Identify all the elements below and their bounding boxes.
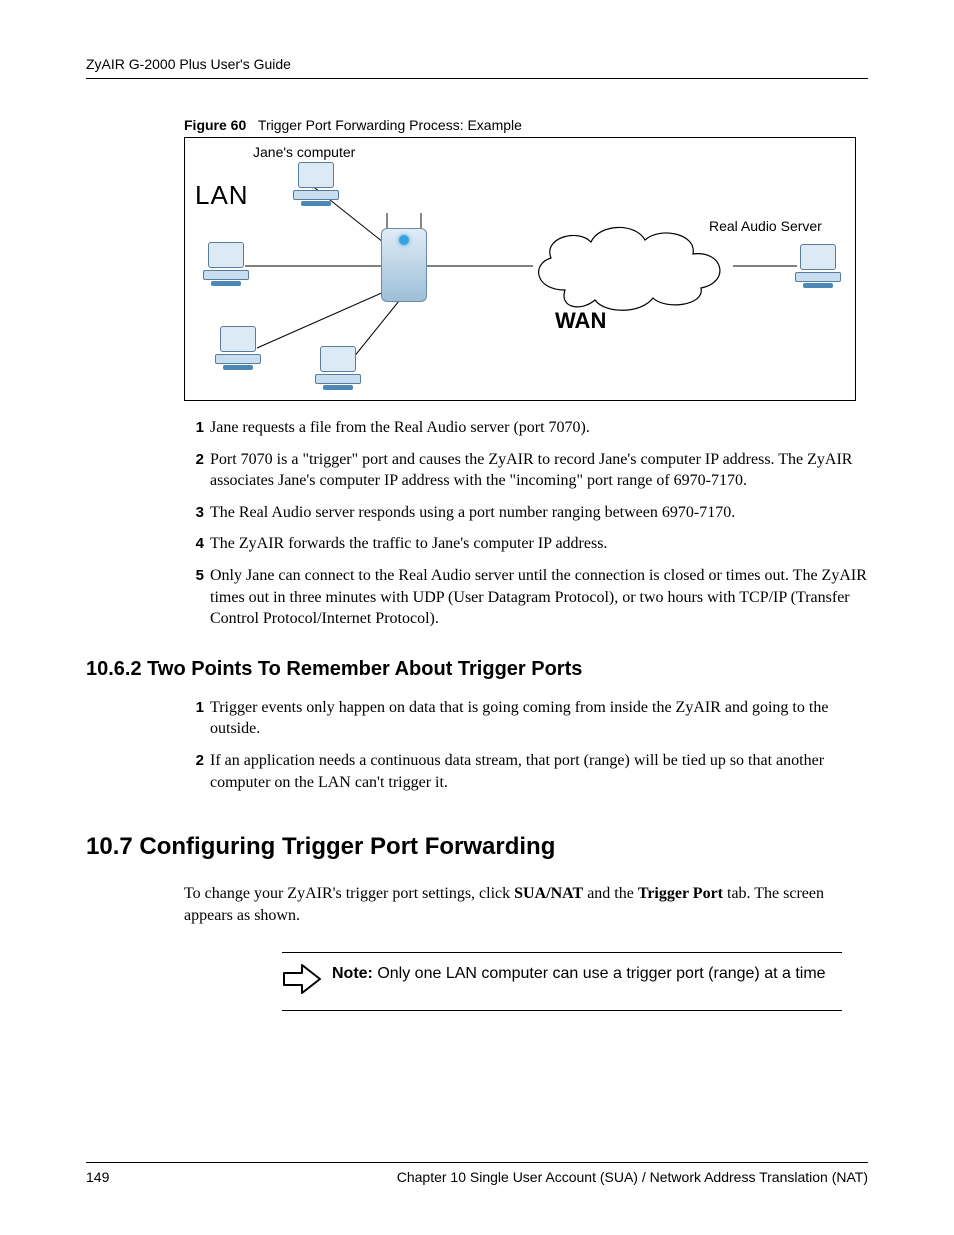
note-label: Note: <box>332 965 373 982</box>
step-text: The Real Audio server responds using a p… <box>210 502 868 524</box>
heading-10-7: 10.7 Configuring Trigger Port Forwarding <box>86 833 868 861</box>
figure-diagram: Jane's computer LAN Internet WAN Real Au… <box>184 137 856 401</box>
label-janes-computer: Jane's computer <box>253 144 355 160</box>
steps-list-a: 1 Jane requests a file from the Real Audi… <box>184 417 868 630</box>
cloud-icon <box>525 220 735 312</box>
step-number: 1 <box>184 698 204 718</box>
step-number: 5 <box>184 566 204 586</box>
step-number: 1 <box>184 418 204 438</box>
bold-trigger-port: Trigger Port <box>638 885 723 902</box>
text-fragment: and the <box>583 885 638 902</box>
step-text: Only Jane can connect to the Real Audio … <box>210 565 868 630</box>
pc-icon <box>315 346 361 386</box>
bold-sua-nat: SUA/NAT <box>514 885 583 902</box>
text-fragment: To change your ZyAIR's trigger port sett… <box>184 885 514 902</box>
steps-list-b: 1 Trigger events only happen on data that… <box>184 697 868 793</box>
step-text: Jane requests a file from the Real Audio… <box>210 417 868 439</box>
page-footer: 149 Chapter 10 Single User Account (SUA)… <box>86 1162 868 1185</box>
figure-number: Figure 60 <box>184 117 246 133</box>
body-paragraph: To change your ZyAIR's trigger port sett… <box>184 883 868 926</box>
step-number: 2 <box>184 450 204 470</box>
pc-icon <box>293 162 339 202</box>
pc-icon <box>203 242 249 282</box>
note-callout: Note: Only one LAN computer can use a tr… <box>282 952 842 1011</box>
router-icon <box>381 228 427 302</box>
running-header: ZyAIR G-2000 Plus User's Guide <box>86 56 868 79</box>
page-number: 149 <box>86 1169 109 1185</box>
step-number: 2 <box>184 751 204 771</box>
note-text: Only one LAN computer can use a trigger … <box>373 965 826 982</box>
step-text: Port 7070 is a "trigger" port and causes… <box>210 449 868 492</box>
step-text: The ZyAIR forwards the traffic to Jane's… <box>210 533 868 555</box>
chapter-title: Chapter 10 Single User Account (SUA) / N… <box>397 1169 868 1185</box>
heading-10-6-2: 10.6.2 Two Points To Remember About Trig… <box>86 658 868 681</box>
figure-title: Trigger Port Forwarding Process: Example <box>258 117 522 133</box>
pc-icon <box>215 326 261 366</box>
pc-icon <box>795 244 841 284</box>
step-number: 3 <box>184 503 204 523</box>
step-text: Trigger events only happen on data that … <box>210 697 868 740</box>
arrow-right-icon <box>282 963 332 1000</box>
figure-caption: Figure 60 Trigger Port Forwarding Proces… <box>184 117 868 133</box>
step-number: 4 <box>184 534 204 554</box>
label-lan: LAN <box>195 180 249 211</box>
step-text: If an application needs a continuous dat… <box>210 750 868 793</box>
